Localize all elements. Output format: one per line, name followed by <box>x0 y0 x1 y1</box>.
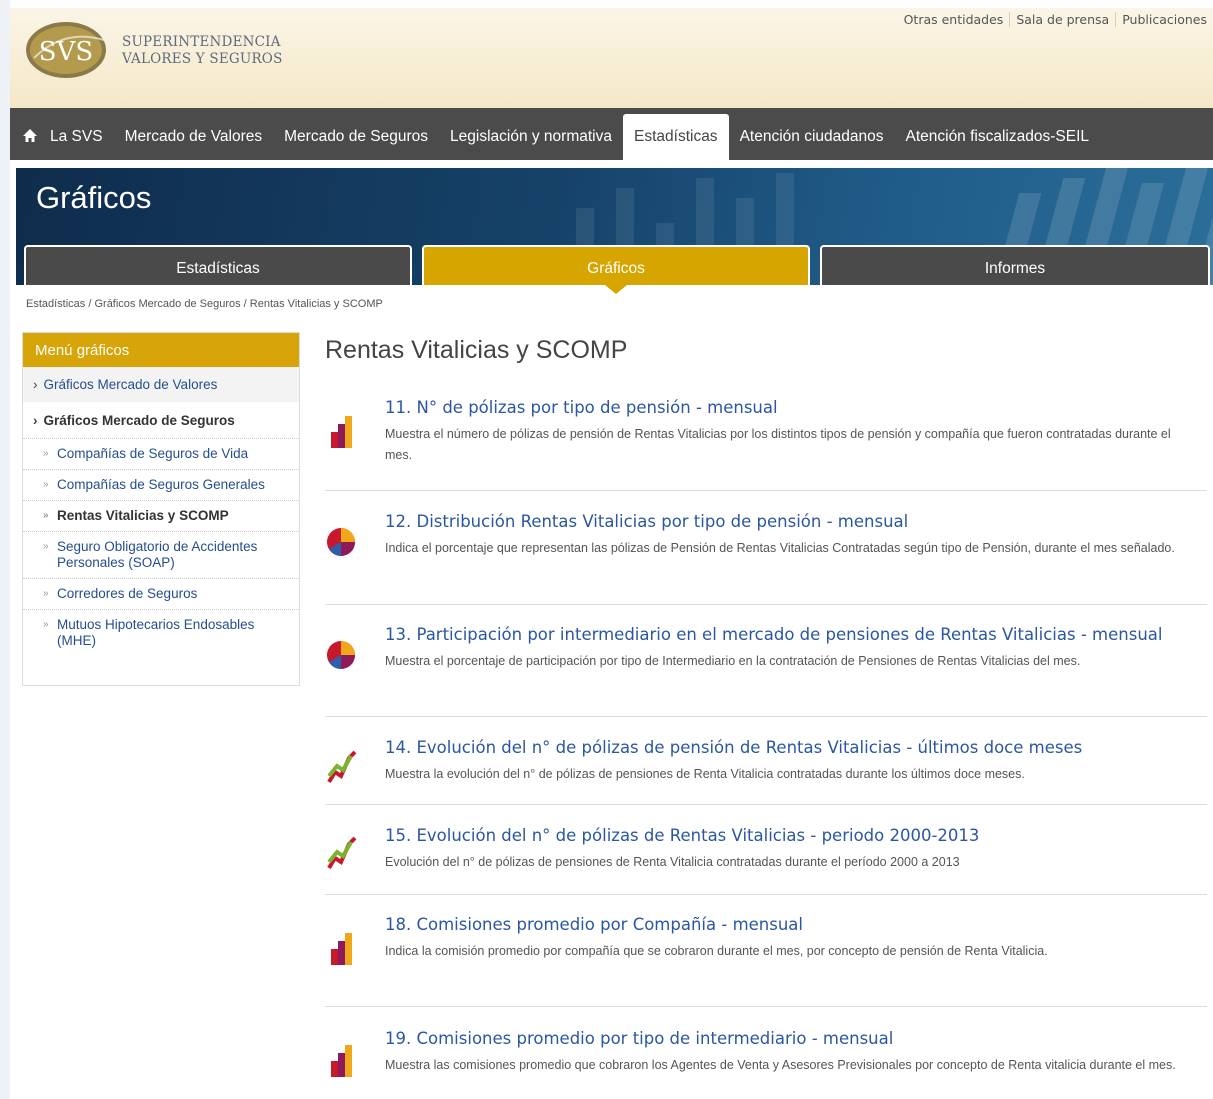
chart-description: Muestra la evolución del n° de pólizas d… <box>385 767 1025 781</box>
top-link-sala-de-prensa[interactable]: Sala de prensa <box>1009 12 1115 27</box>
chart-link[interactable]: 15. Evolución del n° de pólizas de Renta… <box>385 826 979 845</box>
sidebar-subitem-seguros-generales[interactable]: » Compañías de Seguros Generales <box>23 470 299 501</box>
nav-item-mercado-valores[interactable]: Mercado de Valores <box>114 108 274 160</box>
nav-item-legislacion[interactable]: Legislación y normativa <box>439 108 623 160</box>
divider <box>325 716 1207 717</box>
sidebar-menu: Menú gráficos › Gráficos Mercado de Valor… <box>22 332 300 686</box>
bullet-icon: » <box>43 541 49 552</box>
line-chart-icon <box>327 836 357 870</box>
top-link-publicaciones[interactable]: Publicaciones <box>1115 12 1213 27</box>
divider <box>325 804 1207 805</box>
active-tab-arrow <box>605 285 627 294</box>
bar-chart-icon <box>331 933 352 965</box>
sidebar-item-label: Gráficos Mercado de Valores <box>43 377 218 392</box>
chart-link[interactable]: 13. Participación por intermediario en e… <box>385 625 1162 644</box>
sidebar-subitem-rentas-vitalicias[interactable]: » Rentas Vitalicias y SCOMP <box>23 501 299 532</box>
chart-description: Indica la comisión promedio por compañía… <box>385 944 1048 958</box>
sidebar-title: Menú gráficos <box>23 333 299 367</box>
chart-description: Indica el porcentaje que representan las… <box>385 541 1175 555</box>
sidebar-subitem-label: Compañías de Seguros Generales <box>57 477 265 492</box>
home-icon[interactable] <box>10 108 50 160</box>
bullet-icon: » <box>43 479 49 490</box>
top-link-otras-entidades[interactable]: Otras entidades <box>898 12 1010 27</box>
sidebar-subitem-soap[interactable]: » Seguro Obligatorio de Accidentes Person… <box>23 532 299 579</box>
sidebar-item-mercado-seguros[interactable]: › Gráficos Mercado de Seguros <box>23 403 299 439</box>
chart-description: Muestra las comisiones promedio que cobr… <box>385 1058 1176 1072</box>
bullet-icon: » <box>43 448 49 459</box>
divider <box>325 490 1207 491</box>
chart-link[interactable]: 11. N° de pólizas por tipo de pensión - … <box>385 398 778 417</box>
divider <box>325 894 1207 895</box>
sidebar-subitem-mhe[interactable]: » Mutuos Hipotecarios Endosables (MHE) <box>23 610 299 656</box>
tab-informes[interactable]: Informes <box>820 245 1210 285</box>
tab-graficos[interactable]: Gráficos <box>422 245 810 285</box>
top-links: Otras entidades Sala de prensa Publicaci… <box>898 12 1213 27</box>
sidebar-subitem-corredores[interactable]: » Corredores de Seguros <box>23 579 299 610</box>
sidebar-subitem-label: Compañías de Seguros de Vida <box>57 446 249 461</box>
section-tabs: Estadísticas Gráficos Informes <box>18 245 1210 285</box>
bar-chart-icon <box>331 416 352 448</box>
chart-link[interactable]: 12. Distribución Rentas Vitalicias por t… <box>385 512 908 531</box>
chart-description: Muestra el número de pólizas de pensión … <box>385 427 1171 462</box>
svs-logo[interactable]: SVS <box>24 18 114 82</box>
sidebar-subitem-label: Seguro Obligatorio de Accidentes Persona… <box>57 539 258 570</box>
org-name-line2: VALORES Y SEGUROS <box>122 51 283 67</box>
pie-chart-icon <box>327 641 355 669</box>
nav-item-mercado-seguros[interactable]: Mercado de Seguros <box>273 108 439 160</box>
nav-item-la-svs[interactable]: La SVS <box>50 108 114 160</box>
org-name: SUPERINTENDENCIA VALORES Y SEGUROS <box>122 34 283 68</box>
bullet-icon: » <box>43 588 49 599</box>
pie-chart-icon <box>327 528 355 556</box>
sidebar-item-label: Gráficos Mercado de Seguros <box>43 413 235 428</box>
section-title: Rentas Vitalicias y SCOMP <box>325 336 628 364</box>
breadcrumb[interactable]: Estadísticas / Gráficos Mercado de Segur… <box>26 298 383 310</box>
sidebar-subitem-label: Rentas Vitalicias y SCOMP <box>57 508 229 523</box>
bar-chart-icon <box>331 1045 352 1077</box>
page-title: Gráficos <box>36 180 152 215</box>
bullet-icon: » <box>43 619 49 630</box>
chart-description: Evolución del n° de pólizas de pensiones… <box>385 855 960 869</box>
sidebar-subitem-seguros-vida[interactable]: » Compañías de Seguros de Vida <box>23 439 299 470</box>
bullet-icon: » <box>43 510 49 521</box>
nav-item-atencion-fiscalizados[interactable]: Atención fiscalizados-SEIL <box>894 108 1100 160</box>
page: SVS SUPERINTENDENCIA VALORES Y SEGUROS O… <box>10 0 1213 1099</box>
main-nav: La SVS Mercado de Valores Mercado de Seg… <box>10 108 1213 160</box>
sidebar-subitem-label: Mutuos Hipotecarios Endosables (MHE) <box>57 617 255 648</box>
sidebar-item-mercado-valores[interactable]: › Gráficos Mercado de Valores <box>23 367 299 403</box>
org-name-line1: SUPERINTENDENCIA <box>122 34 281 50</box>
line-chart-icon <box>327 750 357 784</box>
chevron-right-icon: › <box>33 413 38 428</box>
sidebar-subitem-label: Corredores de Seguros <box>57 586 198 601</box>
nav-item-estadisticas[interactable]: Estadísticas <box>623 114 729 160</box>
chart-link[interactable]: 18. Comisiones promedio por Compañía - m… <box>385 915 803 934</box>
chevron-right-icon: › <box>33 377 38 392</box>
chart-link[interactable]: 14. Evolución del n° de pólizas de pensi… <box>385 738 1082 757</box>
chart-link[interactable]: 19. Comisiones promedio por tipo de inte… <box>385 1029 893 1048</box>
tab-estadisticas[interactable]: Estadísticas <box>24 245 412 285</box>
divider <box>325 604 1207 605</box>
divider <box>325 1006 1207 1007</box>
site-header: SVS SUPERINTENDENCIA VALORES Y SEGUROS O… <box>10 8 1213 108</box>
logo-text: SVS <box>39 37 93 67</box>
nav-item-atencion-ciudadanos[interactable]: Atención ciudadanos <box>729 108 895 160</box>
chart-description: Muestra el porcentaje de participación p… <box>385 654 1081 668</box>
